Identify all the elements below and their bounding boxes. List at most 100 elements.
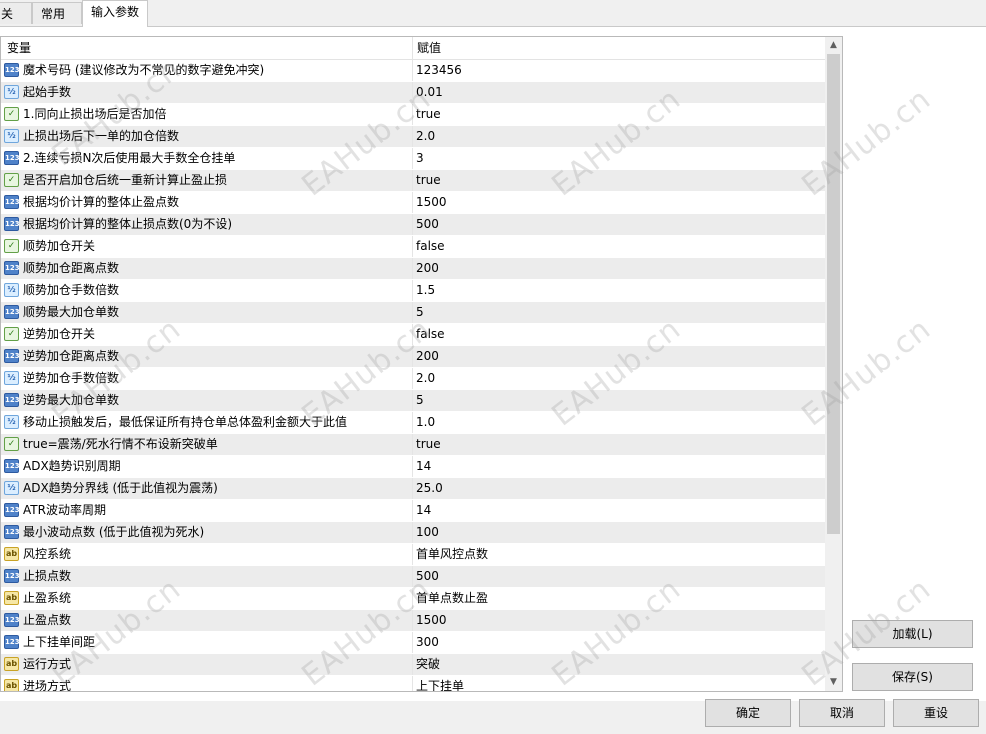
parameter-name: 逆势加仓手数倍数: [23, 371, 120, 385]
parameter-name: 2.连续亏损N次后使用最大手数全仓挂单: [23, 151, 236, 165]
integer-type-icon: 123: [4, 217, 20, 231]
load-button[interactable]: 加载(L): [852, 620, 973, 648]
scroll-down-icon[interactable]: ▼: [825, 674, 842, 691]
parameter-value[interactable]: 200: [416, 258, 439, 279]
parameter-value[interactable]: false: [416, 324, 445, 345]
integer-type-icon: 123: [4, 305, 20, 319]
parameter-name: ADX趋势分界线 (低于此值视为震荡): [23, 481, 218, 495]
parameter-row[interactable]: ab 进场方式 上下挂单: [1, 676, 825, 691]
string-type-icon: ab: [4, 591, 19, 605]
parameter-value[interactable]: 300: [416, 632, 439, 653]
parameter-name: 顺势加仓距离点数: [23, 261, 120, 275]
parameter-value[interactable]: true: [416, 434, 441, 455]
integer-type-icon: 123: [4, 261, 20, 275]
parameter-row[interactable]: ab 运行方式 突破: [1, 654, 825, 676]
parameter-row[interactable]: 123 魔术号码 (建议修改为不常见的数字避免冲突) 123456: [1, 60, 825, 82]
vertical-scrollbar[interactable]: ▲ ▼: [825, 37, 842, 691]
parameter-row[interactable]: ab 止盈系统 首单点数止盈: [1, 588, 825, 610]
parameter-value[interactable]: 14: [416, 500, 431, 521]
scroll-up-icon[interactable]: ▲: [825, 37, 842, 54]
parameter-row[interactable]: ½ 起始手数 0.01: [1, 82, 825, 104]
parameter-name: 止损点数: [23, 569, 72, 583]
parameter-value[interactable]: 2.0: [416, 126, 435, 147]
parameter-value[interactable]: 1500: [416, 192, 447, 213]
parameter-value[interactable]: 5: [416, 390, 424, 411]
parameter-value[interactable]: 123456: [416, 60, 462, 81]
parameter-row[interactable]: 123 最小波动点数 (低于此值视为死水) 100: [1, 522, 825, 544]
parameter-row[interactable]: ✓ 1.同向止损出场后是否加倍 true: [1, 104, 825, 126]
column-divider: [412, 434, 413, 455]
parameter-value[interactable]: 首单点数止盈: [416, 588, 488, 609]
column-header-variable[interactable]: 变量: [7, 37, 31, 59]
parameter-value[interactable]: 14: [416, 456, 431, 477]
parameter-row[interactable]: 123 顺势加仓距离点数 200: [1, 258, 825, 280]
column-divider: [412, 632, 413, 653]
scroll-thumb[interactable]: [827, 54, 840, 534]
parameter-value[interactable]: 100: [416, 522, 439, 543]
bool-type-icon: ✓: [4, 173, 19, 187]
parameter-row[interactable]: 123 根据均价计算的整体止损点数(0为不设) 500: [1, 214, 825, 236]
string-type-icon: ab: [4, 679, 19, 691]
ok-button[interactable]: 确定: [705, 699, 791, 727]
parameter-value[interactable]: false: [416, 236, 445, 257]
parameter-value[interactable]: 1500: [416, 610, 447, 631]
parameter-name: ATR波动率周期: [23, 503, 106, 517]
parameter-value[interactable]: true: [416, 104, 441, 125]
parameter-row[interactable]: 123 逆势加仓距离点数 200: [1, 346, 825, 368]
column-divider: [412, 192, 413, 213]
parameter-row[interactable]: 123 ATR波动率周期 14: [1, 500, 825, 522]
tab-common[interactable]: 常用: [32, 2, 82, 24]
parameter-value[interactable]: 25.0: [416, 478, 443, 499]
parameter-row[interactable]: 123 逆势最大加仓单数 5: [1, 390, 825, 412]
parameter-name: 顺势加仓手数倍数: [23, 283, 120, 297]
parameter-name: 上下挂单间距: [23, 635, 96, 649]
cancel-button[interactable]: 取消: [799, 699, 885, 727]
parameter-value[interactable]: 200: [416, 346, 439, 367]
parameter-row[interactable]: 123 ADX趋势识别周期 14: [1, 456, 825, 478]
column-divider: [412, 37, 413, 59]
parameter-row[interactable]: 123 根据均价计算的整体止盈点数 1500: [1, 192, 825, 214]
column-divider: [412, 412, 413, 433]
grid-header: 变量 赋值: [1, 37, 825, 60]
parameter-row[interactable]: ✓ 是否开启加仓后统一重新计算止盈止损 true: [1, 170, 825, 192]
parameter-name: 顺势最大加仓单数: [23, 305, 120, 319]
parameter-value[interactable]: 3: [416, 148, 424, 169]
parameter-value[interactable]: 0.01: [416, 82, 443, 103]
tab-input-params[interactable]: 输入参数: [82, 0, 148, 27]
parameter-name: true=震荡/死水行情不布设新突破单: [23, 437, 218, 451]
parameter-row[interactable]: 123 2.连续亏损N次后使用最大手数全仓挂单 3: [1, 148, 825, 170]
parameter-row[interactable]: ½ 移动止损触发后，最低保证所有持仓单总体盈利金额大于此值 1.0: [1, 412, 825, 434]
column-header-value[interactable]: 赋值: [417, 37, 441, 59]
column-divider: [412, 500, 413, 521]
parameter-value[interactable]: true: [416, 170, 441, 191]
parameter-value[interactable]: 首单风控点数: [416, 544, 488, 565]
parameter-value[interactable]: 1.0: [416, 412, 435, 433]
save-button[interactable]: 保存(S): [852, 663, 973, 691]
parameter-row[interactable]: ½ 逆势加仓手数倍数 2.0: [1, 368, 825, 390]
parameter-name: 止盈系统: [23, 591, 72, 605]
parameter-row[interactable]: ½ ADX趋势分界线 (低于此值视为震荡) 25.0: [1, 478, 825, 500]
parameter-value[interactable]: 2.0: [416, 368, 435, 389]
tab-about[interactable]: 关于: [0, 2, 32, 43]
parameter-name: 逆势最大加仓单数: [23, 393, 120, 407]
parameter-value[interactable]: 1.5: [416, 280, 435, 301]
parameter-row[interactable]: ✓ 逆势加仓开关 false: [1, 324, 825, 346]
parameter-row[interactable]: ✓ true=震荡/死水行情不布设新突破单 true: [1, 434, 825, 456]
parameter-value[interactable]: 5: [416, 302, 424, 323]
parameter-row[interactable]: ab 风控系统 首单风控点数: [1, 544, 825, 566]
parameter-row[interactable]: ½ 顺势加仓手数倍数 1.5: [1, 280, 825, 302]
parameter-row[interactable]: 123 上下挂单间距 300: [1, 632, 825, 654]
parameter-value[interactable]: 上下挂单: [416, 676, 464, 691]
parameter-row[interactable]: 123 止盈点数 1500: [1, 610, 825, 632]
column-divider: [412, 280, 413, 301]
parameter-row[interactable]: ✓ 顺势加仓开关 false: [1, 236, 825, 258]
parameter-value[interactable]: 500: [416, 566, 439, 587]
parameter-value[interactable]: 500: [416, 214, 439, 235]
string-type-icon: ab: [4, 657, 19, 671]
parameter-row[interactable]: 123 止损点数 500: [1, 566, 825, 588]
parameter-row[interactable]: 123 顺势最大加仓单数 5: [1, 302, 825, 324]
parameter-value[interactable]: 突破: [416, 654, 440, 675]
parameter-name: 止损出场后下一单的加仓倍数: [23, 129, 180, 143]
reset-button[interactable]: 重设: [893, 699, 979, 727]
parameter-row[interactable]: ½ 止损出场后下一单的加仓倍数 2.0: [1, 126, 825, 148]
